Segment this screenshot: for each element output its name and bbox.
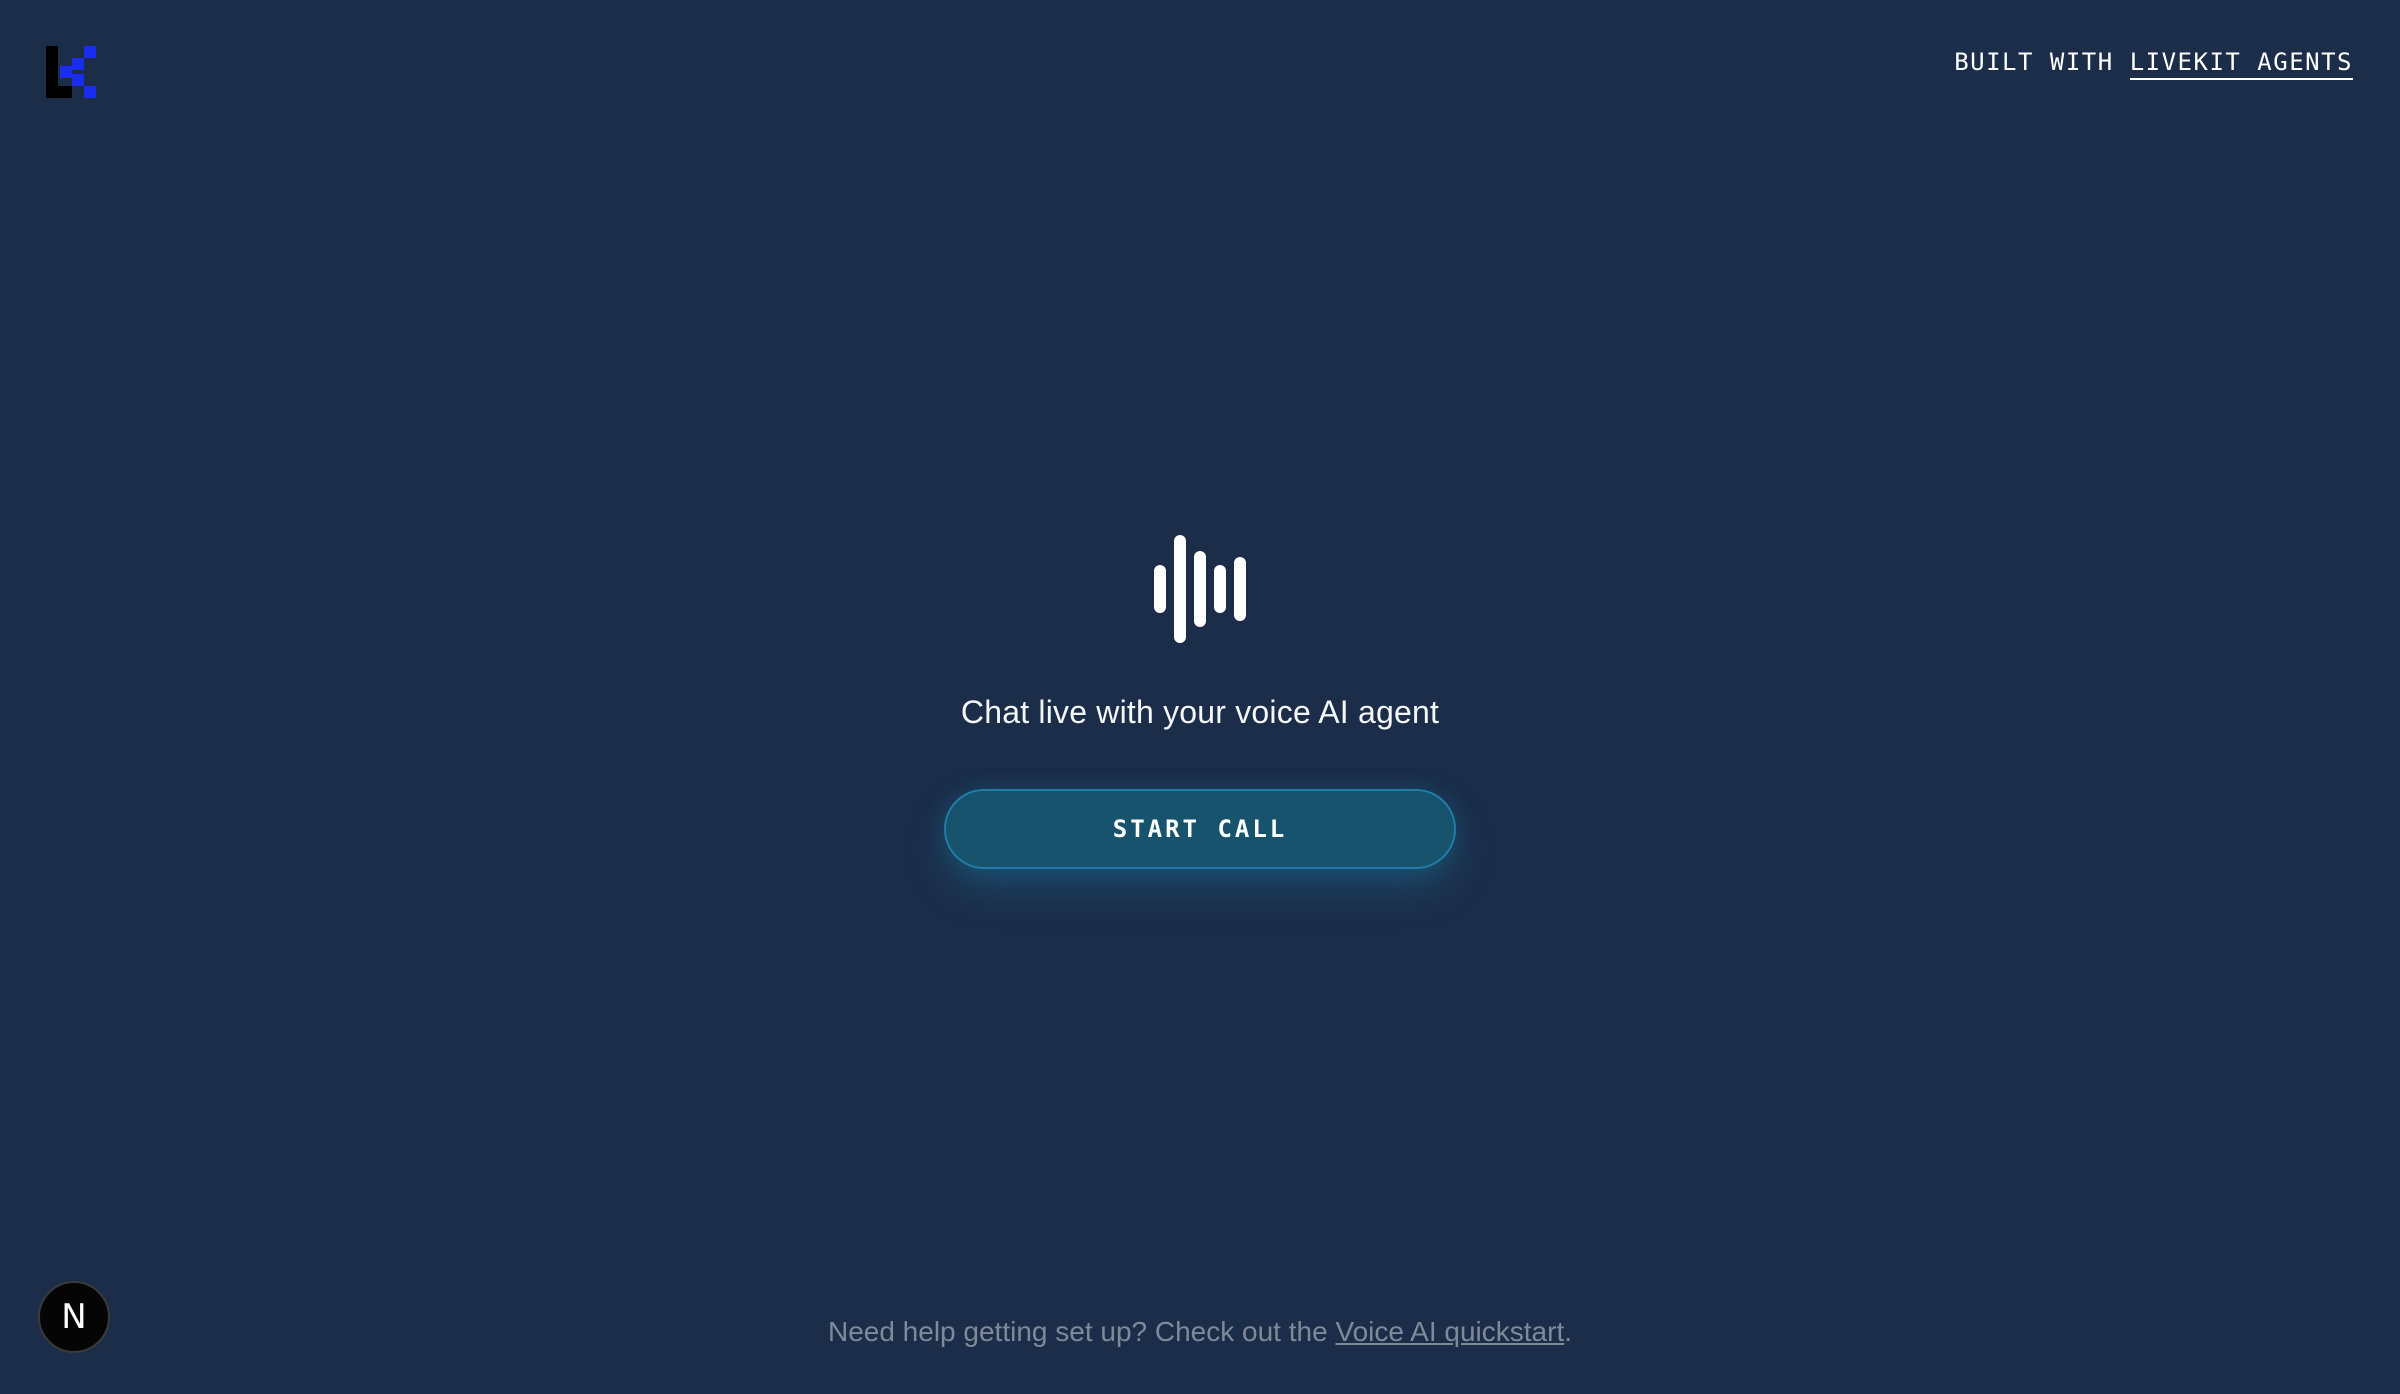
badge-label: N	[61, 1297, 87, 1337]
audio-waveform-icon	[1154, 535, 1247, 643]
help-text: Need help getting set up? Check out the …	[0, 1316, 2400, 1348]
livekit-logo-icon[interactable]	[46, 46, 98, 98]
page: BUILT WITH LIVEKIT AGENTS Chat live with…	[0, 0, 2400, 1394]
headline: Chat live with your voice AI agent	[960, 694, 1440, 730]
nextjs-dev-indicator-icon[interactable]: N	[38, 1281, 110, 1353]
help-prefix: Need help getting set up? Check out the	[827, 1316, 1336, 1347]
help-suffix: .	[1564, 1316, 1573, 1347]
built-with-credit: BUILT WITH LIVEKIT AGENTS	[1954, 48, 2353, 80]
livekit-agents-link[interactable]: LIVEKIT AGENTS	[2129, 48, 2353, 80]
start-call-button[interactable]: START CALL	[944, 789, 1456, 869]
credit-prefix: BUILT WITH	[1954, 48, 2114, 76]
voice-ai-quickstart-link[interactable]: Voice AI quickstart	[1335, 1316, 1564, 1347]
